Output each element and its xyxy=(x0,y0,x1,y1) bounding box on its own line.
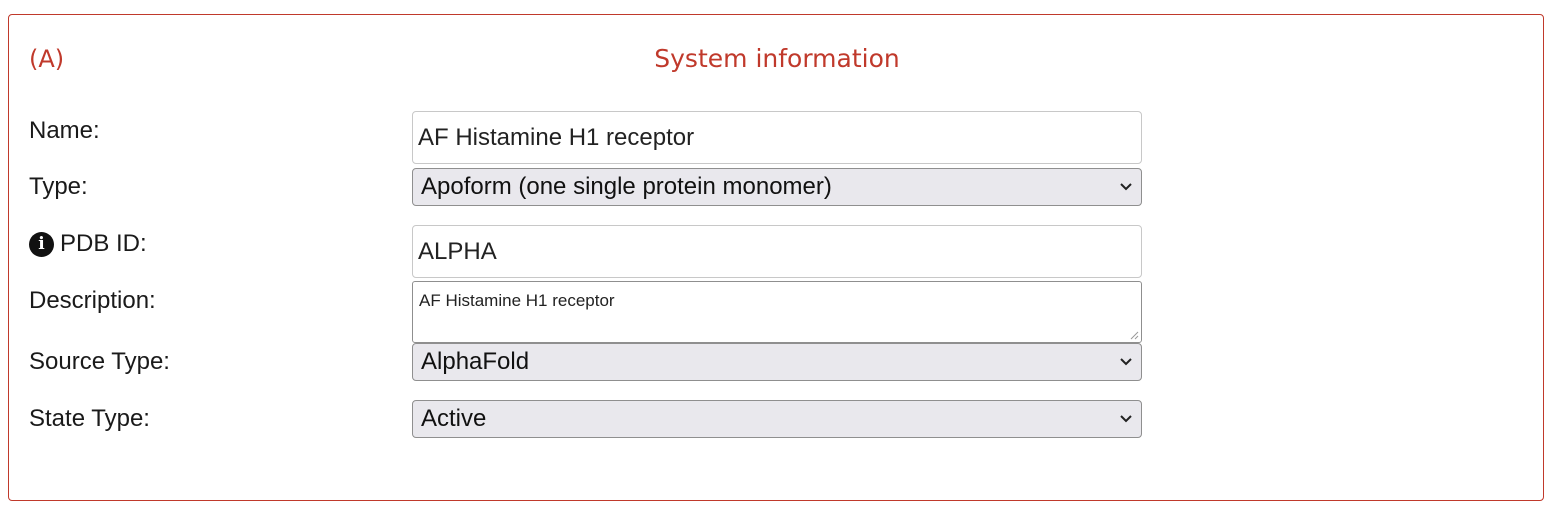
state-type-label: State Type: xyxy=(29,405,150,432)
name-label: Name: xyxy=(29,117,100,144)
description-text: AF Histamine H1 receptor xyxy=(419,291,615,310)
pdb-id-label: PDB ID: xyxy=(60,230,147,257)
type-select-value: Apoform (one single protein monomer) xyxy=(421,173,832,200)
state-type-select-value: Active xyxy=(421,405,487,432)
description-label: Description: xyxy=(29,287,156,314)
panel-title: System information xyxy=(654,44,900,73)
chevron-down-icon xyxy=(1120,183,1132,191)
info-icon[interactable]: i xyxy=(29,232,54,257)
source-type-select[interactable]: AlphaFold xyxy=(412,343,1142,381)
resize-handle-icon[interactable] xyxy=(1129,330,1139,340)
chevron-down-icon xyxy=(1120,415,1132,423)
source-type-label: Source Type: xyxy=(29,348,170,375)
state-type-select[interactable]: Active xyxy=(412,400,1142,438)
source-type-select-value: AlphaFold xyxy=(421,348,530,375)
name-input[interactable]: AF Histamine H1 receptor xyxy=(412,111,1142,164)
pdb-id-label-row: i PDB ID: xyxy=(29,230,147,258)
description-textarea[interactable]: AF Histamine H1 receptor xyxy=(412,281,1142,343)
type-select[interactable]: Apoform (one single protein monomer) xyxy=(412,168,1142,206)
system-information-panel: (A) System information Name: AF Histamin… xyxy=(8,14,1544,501)
chevron-down-icon xyxy=(1120,358,1132,366)
type-label: Type: xyxy=(29,173,88,200)
pdb-id-input[interactable]: ALPHA xyxy=(412,225,1142,278)
